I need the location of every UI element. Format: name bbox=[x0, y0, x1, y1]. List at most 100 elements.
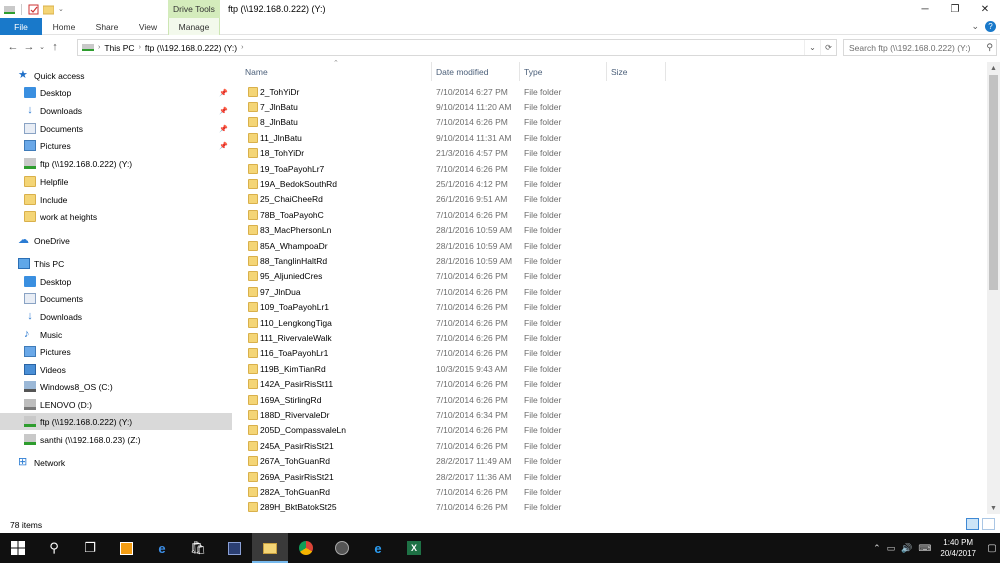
nav-onedrive[interactable]: ☁ OneDrive bbox=[0, 232, 232, 249]
task-view-icon[interactable]: ❐ bbox=[72, 533, 108, 563]
clock[interactable]: 1:40 PM 20/4/2017 bbox=[940, 537, 976, 559]
file-row[interactable]: 8_JlnBatu 7/10/2014 6:26 PM File folder bbox=[244, 115, 984, 130]
address-bar[interactable]: › This PC › ftp (\\192.168.0.222) (Y:) ›… bbox=[77, 39, 837, 56]
forward-button[interactable]: → bbox=[21, 39, 37, 55]
file-row[interactable]: 116_ToaPayohLr1 7/10/2014 6:26 PM File fol… bbox=[244, 346, 984, 361]
nav-documents[interactable]: Documents bbox=[0, 290, 232, 307]
tab-file[interactable]: File bbox=[0, 18, 42, 35]
windows-start-icon[interactable] bbox=[0, 533, 36, 563]
file-row[interactable]: 205D_CompassvaleLn 7/10/2014 6:26 PM File … bbox=[244, 423, 984, 438]
nav-ftp[interactable]: ftp (\\192.168.0.222) (Y:) bbox=[0, 413, 232, 430]
file-row[interactable]: 11_JlnBatu 9/10/2014 11:31 AM File folder bbox=[244, 130, 984, 145]
large-icons-view-icon[interactable] bbox=[982, 518, 995, 530]
app-icon[interactable] bbox=[216, 533, 252, 563]
breadcrumb-separator[interactable]: › bbox=[98, 44, 100, 51]
keyboard-icon[interactable]: ⌨ bbox=[918, 543, 931, 554]
nav-helpfile[interactable]: Helpfile bbox=[0, 173, 232, 190]
file-row[interactable]: 78B_ToaPayohC 7/10/2014 6:26 PM File folde… bbox=[244, 207, 984, 222]
column-date-modified[interactable]: Date modified bbox=[432, 62, 520, 81]
file-row[interactable]: 188D_RivervaleDr 7/10/2014 6:34 PM File fo… bbox=[244, 407, 984, 422]
file-row[interactable]: 245A_PasirRisSt21 7/10/2014 6:26 PM File f… bbox=[244, 438, 984, 453]
properties-icon[interactable] bbox=[28, 4, 39, 15]
volume-icon[interactable]: 🔊 bbox=[901, 543, 912, 554]
file-row[interactable]: 109_ToaPayohLr1 7/10/2014 6:26 PM File fol… bbox=[244, 300, 984, 315]
file-row[interactable]: 25_ChaiCheeRd 26/1/2016 9:51 AM File folde… bbox=[244, 192, 984, 207]
file-row[interactable]: 88_TanglinHaltRd 28/1/2016 10:59 AM File f… bbox=[244, 253, 984, 268]
nav-pictures[interactable]: Pictures bbox=[0, 343, 232, 360]
search-input[interactable]: Search ftp (\\192.168.0.222) (Y:) ⚲ bbox=[843, 39, 997, 56]
search-icon[interactable]: ⚲ bbox=[36, 533, 72, 563]
scroll-thumb[interactable] bbox=[989, 75, 998, 290]
nav-documents-pinned[interactable]: Documents 📌 bbox=[0, 120, 232, 137]
tab-home[interactable]: Home bbox=[42, 18, 86, 35]
scroll-up-icon[interactable]: ▲ bbox=[987, 62, 1000, 74]
file-row[interactable]: 85A_WhampoaDr 28/1/2016 10:59 AM File fold… bbox=[244, 238, 984, 253]
file-row[interactable]: 119B_KimTianRd 10/3/2015 9:43 AM File fold… bbox=[244, 361, 984, 376]
store-icon[interactable]: 🛍 bbox=[180, 533, 216, 563]
vertical-scrollbar[interactable]: ▲ ▼ bbox=[987, 62, 1000, 514]
nav-downloads[interactable]: ↓ Downloads bbox=[0, 308, 232, 325]
file-row[interactable]: 111_RivervaleWalk 7/10/2014 6:26 PM File f… bbox=[244, 330, 984, 345]
nav-work-at-heights[interactable]: work at heights bbox=[0, 208, 232, 225]
pin-icon[interactable]: 📌 bbox=[219, 125, 228, 133]
file-row[interactable]: 97_JlnDua 7/10/2014 6:26 PM File folder bbox=[244, 284, 984, 299]
minimize-button[interactable]: ─ bbox=[910, 0, 940, 18]
breadcrumb-separator[interactable]: › bbox=[241, 44, 243, 51]
file-row[interactable]: 18_TohYiDr 21/3/2016 4:57 PM File folder bbox=[244, 146, 984, 161]
search-icon[interactable]: ⚲ bbox=[986, 42, 993, 53]
nav-santhi[interactable]: santhi (\\192.168.0.23) (Z:) bbox=[0, 431, 232, 448]
nav-desktop[interactable]: Desktop bbox=[0, 273, 232, 290]
file-row[interactable]: 269A_PasirRisSt21 28/2/2017 11:36 AM File … bbox=[244, 469, 984, 484]
nav-music[interactable]: ♪ Music bbox=[0, 326, 232, 343]
file-row[interactable]: 19A_BedokSouthRd 25/1/2016 4:12 PM File fo… bbox=[244, 176, 984, 191]
column-type[interactable]: Type bbox=[520, 62, 607, 81]
tab-manage[interactable]: Manage bbox=[168, 18, 220, 35]
show-hidden-icons-icon[interactable]: ⌃ bbox=[873, 543, 881, 554]
new-folder-icon[interactable] bbox=[43, 4, 54, 15]
nav-lenovo[interactable]: LENOVO (D:) bbox=[0, 396, 232, 413]
file-row[interactable]: 19_ToaPayohLr7 7/10/2014 6:26 PM File fold… bbox=[244, 161, 984, 176]
column-name[interactable]: Name bbox=[241, 62, 432, 81]
file-row[interactable]: 2_TohYiDr 7/10/2014 6:27 PM File folder bbox=[244, 84, 984, 99]
file-row[interactable]: 267A_TohGuanRd 28/2/2017 11:49 AM File fol… bbox=[244, 454, 984, 469]
excel-icon[interactable]: X bbox=[396, 533, 432, 563]
refresh-icon[interactable]: ⟳ bbox=[820, 40, 836, 55]
column-size[interactable]: Size bbox=[607, 62, 666, 81]
help-icon[interactable]: ? bbox=[985, 21, 996, 32]
notification-icon[interactable]: ▢ bbox=[984, 533, 1000, 563]
nav-network[interactable]: ⊞ Network bbox=[0, 454, 232, 471]
scroll-down-icon[interactable]: ▼ bbox=[987, 502, 1000, 514]
edge-icon[interactable]: e bbox=[144, 533, 180, 563]
address-dropdown-icon[interactable]: ⌄ bbox=[804, 40, 820, 55]
close-button[interactable]: ✕ bbox=[970, 0, 1000, 18]
back-button[interactable]: ← bbox=[5, 39, 21, 55]
pin-icon[interactable]: 📌 bbox=[219, 89, 228, 97]
chrome-icon[interactable] bbox=[288, 533, 324, 563]
nav-pictures-pinned[interactable]: Pictures 📌 bbox=[0, 137, 232, 154]
nav-quick-access[interactable]: ★ Quick access bbox=[0, 67, 232, 84]
file-row[interactable]: 142A_PasirRisSt11 7/10/2014 6:26 PM File f… bbox=[244, 377, 984, 392]
tab-share[interactable]: Share bbox=[86, 18, 128, 35]
app-icon-2[interactable] bbox=[324, 533, 360, 563]
recent-locations-button[interactable]: ⌄ bbox=[37, 39, 47, 55]
nav-downloads-pinned[interactable]: ↓ Downloads 📌 bbox=[0, 102, 232, 119]
file-row[interactable]: 282A_TohGuanRd 7/10/2014 6:26 PM File fold… bbox=[244, 484, 984, 499]
breadcrumb-ftp[interactable]: ftp (\\192.168.0.222) (Y:) bbox=[145, 43, 237, 53]
pin-icon[interactable]: 📌 bbox=[219, 107, 228, 115]
maximize-button[interactable]: ❐ bbox=[940, 0, 970, 18]
expand-ribbon-icon[interactable]: ⌄ bbox=[971, 21, 979, 32]
nav-include[interactable]: Include bbox=[0, 191, 232, 208]
file-row[interactable]: 169A_StirlingRd 7/10/2014 6:26 PM File fol… bbox=[244, 392, 984, 407]
media-app-icon[interactable] bbox=[108, 533, 144, 563]
breadcrumb-separator[interactable]: › bbox=[139, 44, 141, 51]
file-row[interactable]: 83_MacPhersonLn 28/1/2016 10:59 AM File fo… bbox=[244, 223, 984, 238]
tab-view[interactable]: View bbox=[128, 18, 168, 35]
nav-videos[interactable]: Videos bbox=[0, 361, 232, 378]
breadcrumb-this-pc[interactable]: This PC bbox=[104, 43, 134, 53]
file-row[interactable]: 289H_BktBatokSt25 7/10/2014 6:26 PM File f… bbox=[244, 500, 984, 515]
up-button[interactable]: ↑ bbox=[47, 39, 63, 55]
nav-this-pc[interactable]: This PC bbox=[0, 255, 232, 272]
pin-icon[interactable]: 📌 bbox=[219, 142, 228, 150]
file-explorer-icon[interactable] bbox=[252, 533, 288, 563]
file-row[interactable]: 95_AljuniedCres 7/10/2014 6:26 PM File fol… bbox=[244, 269, 984, 284]
